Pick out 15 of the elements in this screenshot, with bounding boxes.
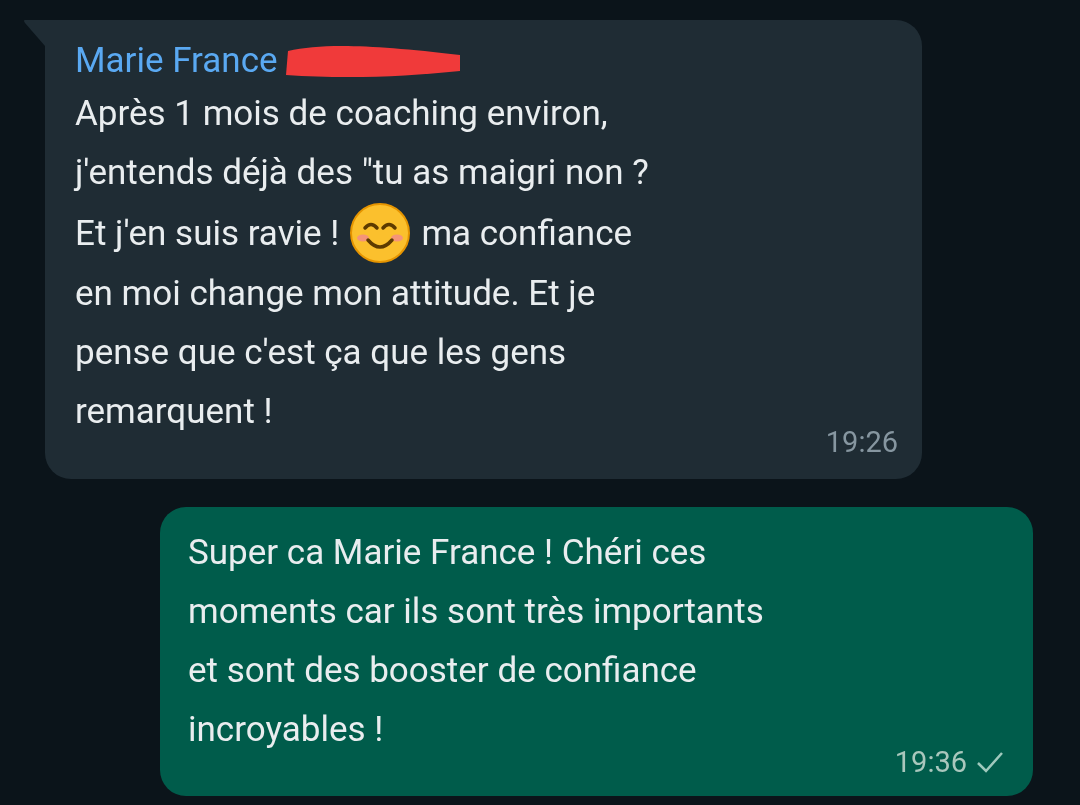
message-time: 19:36 [894, 743, 967, 781]
message-line: incroyables ! [188, 707, 384, 752]
message-line: en moi change mon attitude. Et je [75, 272, 596, 316]
message-line: Et j'en suis ravie ! [75, 211, 340, 256]
message-time: 19:26 [825, 424, 898, 461]
message-line: remarquent ! [75, 390, 273, 434]
message-line: ma confiance [421, 211, 633, 256]
message-line: et sont des booster de confiance [188, 648, 697, 693]
message-line: j'entends déjà des "tu as maigri non ? [75, 151, 649, 195]
sender-name: Marie France [75, 39, 278, 83]
message-line: moments car ils sont très importants [188, 589, 764, 634]
smiling-face-icon [349, 202, 412, 264]
message-line: Après 1 mois de coaching environ, [75, 92, 608, 136]
message-line: Super ca Marie France ! Chéri ces [188, 530, 707, 575]
message-line: pense que c'est ça que les gens [75, 331, 567, 375]
